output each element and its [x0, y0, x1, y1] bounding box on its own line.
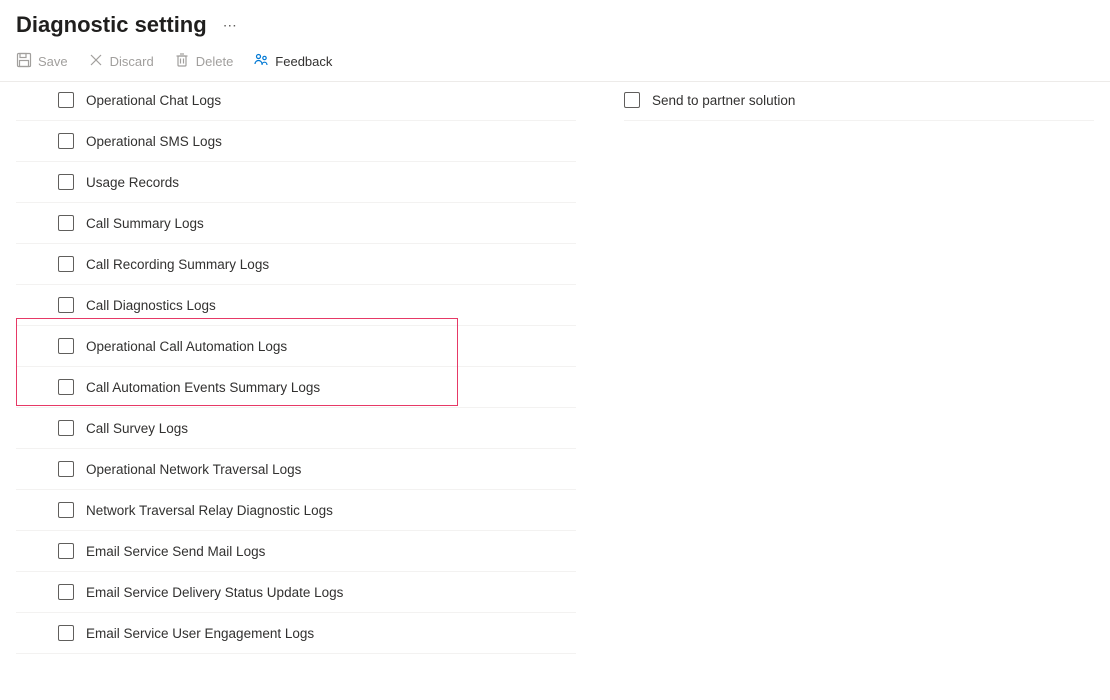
more-icon[interactable]: ⋯ — [223, 17, 238, 34]
log-row-usage-records: Usage Records — [16, 162, 576, 203]
checkbox-send-to-partner[interactable] — [624, 92, 640, 108]
log-row-email-service-user-engagement: Email Service User Engagement Logs — [16, 613, 576, 654]
checkbox-call-diagnostics[interactable] — [58, 297, 74, 313]
checkbox-call-summary[interactable] — [58, 215, 74, 231]
checkbox-email-service-send-mail[interactable] — [58, 543, 74, 559]
save-button[interactable]: Save — [16, 52, 68, 71]
content-area: Operational Chat Logs Operational SMS Lo… — [0, 82, 1110, 654]
discard-button[interactable]: Discard — [88, 52, 154, 71]
log-row-network-traversal-relay-diagnostic: Network Traversal Relay Diagnostic Logs — [16, 490, 576, 531]
partner-solution-row: Send to partner solution — [624, 82, 1094, 121]
log-row-email-service-send-mail: Email Service Send Mail Logs — [16, 531, 576, 572]
page-header: Diagnostic setting ⋯ — [0, 0, 1110, 46]
log-row-operational-chat: Operational Chat Logs — [16, 82, 576, 121]
log-label: Network Traversal Relay Diagnostic Logs — [86, 503, 333, 518]
checkbox-call-survey[interactable] — [58, 420, 74, 436]
log-row-email-service-delivery-status: Email Service Delivery Status Update Log… — [16, 572, 576, 613]
log-row-operational-sms: Operational SMS Logs — [16, 121, 576, 162]
log-label: Call Summary Logs — [86, 216, 204, 231]
log-row-call-survey: Call Survey Logs — [16, 408, 576, 449]
log-row-call-summary: Call Summary Logs — [16, 203, 576, 244]
checkbox-network-traversal-relay-diagnostic[interactable] — [58, 502, 74, 518]
toolbar: Save Discard Delete Feedback — [0, 46, 1110, 82]
save-label: Save — [38, 54, 68, 69]
delete-label: Delete — [196, 54, 234, 69]
log-label: Call Diagnostics Logs — [86, 298, 216, 313]
log-row-operational-network-traversal: Operational Network Traversal Logs — [16, 449, 576, 490]
checkbox-operational-sms[interactable] — [58, 133, 74, 149]
close-icon — [88, 52, 104, 71]
log-label: Email Service Send Mail Logs — [86, 544, 265, 559]
log-row-call-automation-events-summary: Call Automation Events Summary Logs — [16, 367, 576, 408]
log-row-call-recording-summary: Call Recording Summary Logs — [16, 244, 576, 285]
checkbox-call-recording-summary[interactable] — [58, 256, 74, 272]
discard-label: Discard — [110, 54, 154, 69]
log-label: Email Service Delivery Status Update Log… — [86, 585, 343, 600]
feedback-button[interactable]: Feedback — [253, 52, 332, 71]
checkbox-usage-records[interactable] — [58, 174, 74, 190]
page-title: Diagnostic setting — [16, 12, 207, 38]
checkbox-operational-call-automation[interactable] — [58, 338, 74, 354]
log-label: Operational Chat Logs — [86, 93, 221, 108]
partner-label: Send to partner solution — [652, 93, 795, 108]
checkbox-email-service-delivery-status[interactable] — [58, 584, 74, 600]
log-label: Usage Records — [86, 175, 179, 190]
log-categories-column: Operational Chat Logs Operational SMS Lo… — [16, 82, 576, 654]
checkbox-operational-chat[interactable] — [58, 92, 74, 108]
checkbox-operational-network-traversal[interactable] — [58, 461, 74, 477]
log-label: Email Service User Engagement Logs — [86, 626, 314, 641]
checkbox-email-service-user-engagement[interactable] — [58, 625, 74, 641]
trash-icon — [174, 52, 190, 71]
log-label: Call Automation Events Summary Logs — [86, 380, 320, 395]
delete-button[interactable]: Delete — [174, 52, 234, 71]
log-row-call-diagnostics: Call Diagnostics Logs — [16, 285, 576, 326]
log-row-operational-call-automation: Operational Call Automation Logs — [16, 326, 576, 367]
log-label: Call Survey Logs — [86, 421, 188, 436]
log-label: Operational Call Automation Logs — [86, 339, 287, 354]
log-label: Operational Network Traversal Logs — [86, 462, 301, 477]
log-label: Operational SMS Logs — [86, 134, 222, 149]
destination-column: Send to partner solution — [576, 82, 1094, 654]
log-label: Call Recording Summary Logs — [86, 257, 269, 272]
checkbox-call-automation-events-summary[interactable] — [58, 379, 74, 395]
feedback-label: Feedback — [275, 54, 332, 69]
feedback-icon — [253, 52, 269, 71]
save-icon — [16, 52, 32, 71]
